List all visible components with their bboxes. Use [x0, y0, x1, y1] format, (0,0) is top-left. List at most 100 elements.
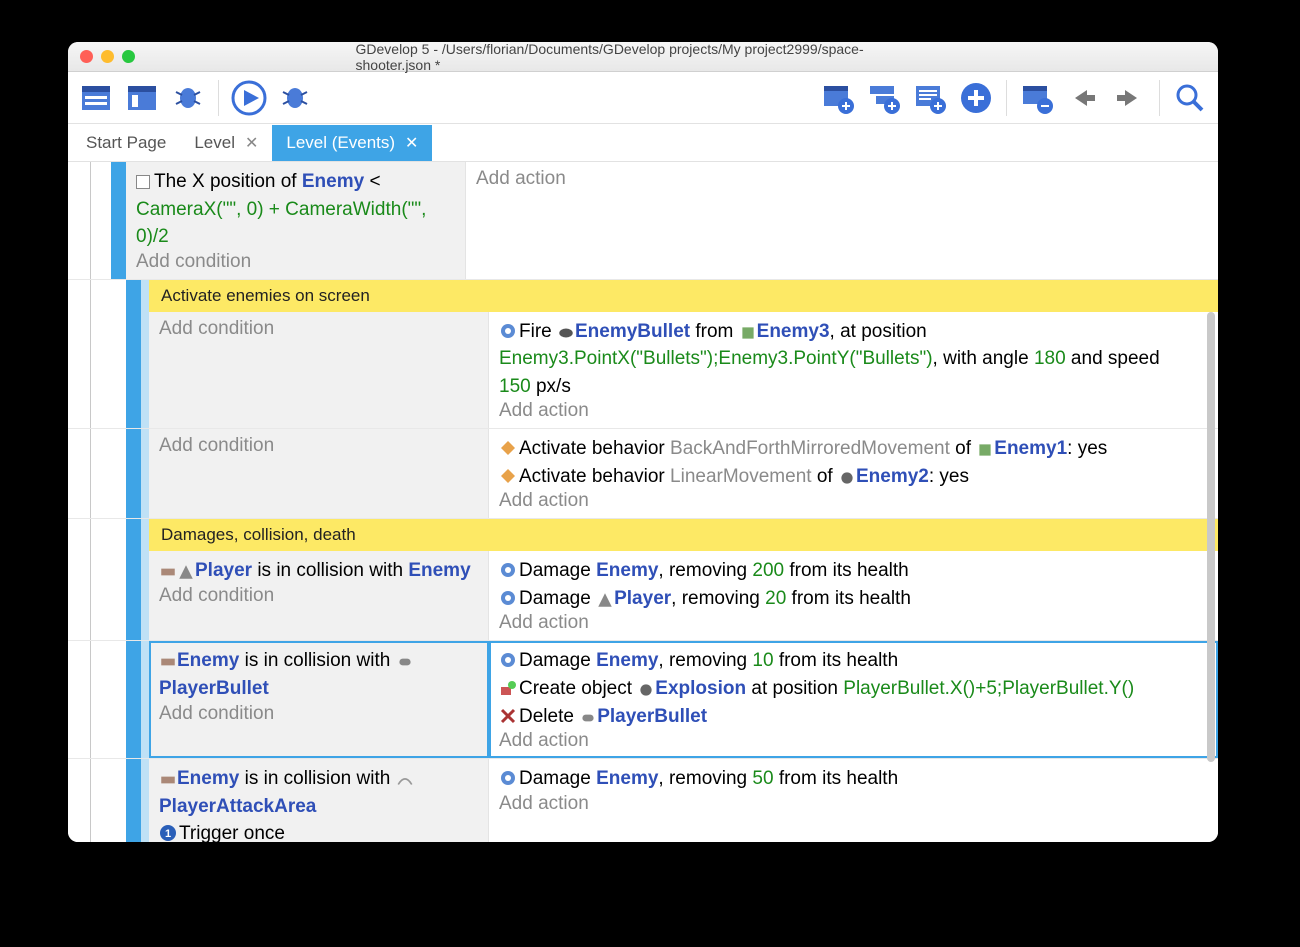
conditions-column[interactable]: The X position of Enemy < CameraX("", 0)…	[126, 162, 466, 279]
object-ref[interactable]: Player	[195, 560, 252, 581]
conditions-column[interactable]: Add condition	[149, 429, 489, 518]
add-action-link[interactable]: Add action	[499, 400, 1208, 422]
event-row[interactable]: Enemy is in collision with PlayerAttackA…	[68, 759, 1218, 842]
event-row[interactable]: Enemy is in collision with PlayerBullet …	[68, 641, 1218, 759]
conditions-column[interactable]: Add condition	[149, 312, 489, 429]
properties-panel-button[interactable]	[122, 78, 162, 118]
add-comment-button[interactable]	[910, 78, 950, 118]
actions-column[interactable]: Activate behavior BackAndForthMirroredMo…	[489, 429, 1218, 518]
actions-column[interactable]: Damage Enemy, removing 10 from its healt…	[489, 641, 1218, 758]
object-ref[interactable]: PlayerBullet	[159, 678, 269, 699]
expression[interactable]: Enemy3.PointX("Bullets");Enemy3.PointY("…	[499, 348, 933, 369]
expression[interactable]: CameraX("", 0) + CameraWidth("", 0)/2	[136, 196, 455, 251]
event-handle[interactable]	[126, 312, 141, 429]
add-condition-link[interactable]: Add condition	[159, 435, 478, 457]
minimize-window-button[interactable]	[101, 50, 114, 63]
delete-event-button[interactable]	[1017, 78, 1057, 118]
object-ref[interactable]: Player	[614, 588, 671, 609]
event-handle[interactable]	[126, 641, 141, 758]
tab-level[interactable]: Level✕	[180, 125, 272, 161]
object-ref[interactable]: Enemy	[596, 560, 658, 581]
object-ref[interactable]: EnemyBullet	[575, 321, 690, 342]
number-literal[interactable]: 180	[1034, 348, 1066, 369]
conditions-column[interactable]: Player is in collision with Enemy Add co…	[149, 551, 489, 640]
close-tab-icon[interactable]: ✕	[405, 133, 418, 153]
close-tab-icon[interactable]: ✕	[245, 133, 258, 153]
tab-start-page[interactable]: Start Page	[72, 125, 180, 161]
add-action-link[interactable]: Add action	[499, 793, 1208, 815]
object-ref[interactable]: Enemy2	[856, 466, 929, 487]
object-ref[interactable]: Enemy	[177, 768, 239, 789]
number-literal[interactable]: 150	[499, 376, 531, 397]
actions-column[interactable]: Damage Enemy, removing 200 from its heal…	[489, 551, 1218, 640]
event-handle[interactable]	[111, 162, 126, 279]
project-panel-button[interactable]	[76, 78, 116, 118]
object-ref[interactable]: Enemy	[302, 171, 364, 192]
expression[interactable]: PlayerBullet.X()+5;PlayerBullet.Y()	[843, 678, 1134, 699]
object-ref[interactable]: PlayerBullet	[597, 706, 707, 727]
object-ref[interactable]: Explosion	[655, 678, 746, 699]
add-condition-link[interactable]: Add condition	[159, 585, 478, 607]
collision-icon	[159, 563, 175, 579]
event-group-header[interactable]: Damages, collision, death	[68, 519, 1218, 551]
event-row[interactable]: Add condition Fire EnemyBullet from Enem…	[68, 312, 1218, 430]
gear-icon	[499, 561, 517, 579]
number-literal[interactable]: 20	[765, 588, 786, 609]
tab-level-events[interactable]: Level (Events)✕	[272, 125, 432, 161]
actions-column[interactable]: Damage Enemy, removing 50 from its healt…	[489, 759, 1218, 842]
object-ref[interactable]: Enemy	[177, 650, 239, 671]
number-literal[interactable]: 50	[752, 768, 773, 789]
event-handle[interactable]	[126, 519, 141, 551]
redo-button[interactable]	[1109, 78, 1149, 118]
toolbar-separator	[1006, 80, 1007, 116]
undo-button[interactable]	[1063, 78, 1103, 118]
add-subevent-button[interactable]	[864, 78, 904, 118]
play-button[interactable]	[229, 78, 269, 118]
actions-column[interactable]: Add action	[466, 162, 1218, 279]
object-ref[interactable]: PlayerAttackArea	[159, 796, 316, 817]
group-title[interactable]: Activate enemies on screen	[149, 280, 1218, 312]
add-condition-link[interactable]: Add condition	[159, 703, 478, 725]
bullet-icon	[396, 653, 412, 669]
object-ref[interactable]: Enemy	[408, 560, 470, 581]
behavior-name[interactable]: LinearMovement	[670, 466, 812, 487]
add-event-button[interactable]	[818, 78, 858, 118]
add-action-link[interactable]: Add action	[499, 612, 1208, 634]
condition-text[interactable]: Trigger once	[179, 823, 285, 842]
event-row[interactable]: The X position of Enemy < CameraX("", 0)…	[68, 162, 1218, 280]
event-handle-inner	[141, 551, 149, 640]
events-list[interactable]: The X position of Enemy < CameraX("", 0)…	[68, 162, 1218, 842]
number-literal[interactable]: 200	[752, 560, 784, 581]
add-other-event-button[interactable]	[956, 78, 996, 118]
actions-column[interactable]: Fire EnemyBullet from Enemy3, at positio…	[489, 312, 1218, 429]
debug-icon[interactable]	[168, 78, 208, 118]
add-action-link[interactable]: Add action	[499, 730, 1208, 752]
event-row[interactable]: Add condition Activate behavior BackAndF…	[68, 429, 1218, 519]
number-literal[interactable]: 10	[752, 650, 773, 671]
event-handle[interactable]	[126, 759, 141, 842]
close-window-button[interactable]	[80, 50, 93, 63]
event-handle[interactable]	[126, 429, 141, 518]
add-condition-link[interactable]: Add condition	[159, 318, 478, 340]
event-row[interactable]: Player is in collision with Enemy Add co…	[68, 551, 1218, 641]
debug-play-button[interactable]	[275, 78, 315, 118]
add-condition-link[interactable]: Add condition	[136, 251, 455, 273]
search-button[interactable]	[1170, 78, 1210, 118]
event-handle[interactable]	[126, 551, 141, 640]
add-action-link[interactable]: Add action	[499, 490, 1208, 512]
event-handle[interactable]	[126, 280, 141, 312]
group-title[interactable]: Damages, collision, death	[149, 519, 1218, 551]
behavior-name[interactable]: BackAndForthMirroredMovement	[670, 438, 950, 459]
conditions-column[interactable]: Enemy is in collision with PlayerBullet …	[149, 641, 489, 758]
event-group-header[interactable]: Activate enemies on screen	[68, 280, 1218, 312]
app-window: GDevelop 5 - /Users/florian/Documents/GD…	[68, 42, 1218, 842]
object-ref[interactable]: Enemy3	[757, 321, 830, 342]
explosion-icon	[637, 681, 653, 697]
conditions-column[interactable]: Enemy is in collision with PlayerAttackA…	[149, 759, 489, 842]
vertical-scrollbar[interactable]	[1207, 312, 1215, 762]
object-ref[interactable]: Enemy1	[994, 438, 1067, 459]
object-ref[interactable]: Enemy	[596, 650, 658, 671]
object-ref[interactable]: Enemy	[596, 768, 658, 789]
add-action-link[interactable]: Add action	[476, 168, 1208, 190]
zoom-window-button[interactable]	[122, 50, 135, 63]
